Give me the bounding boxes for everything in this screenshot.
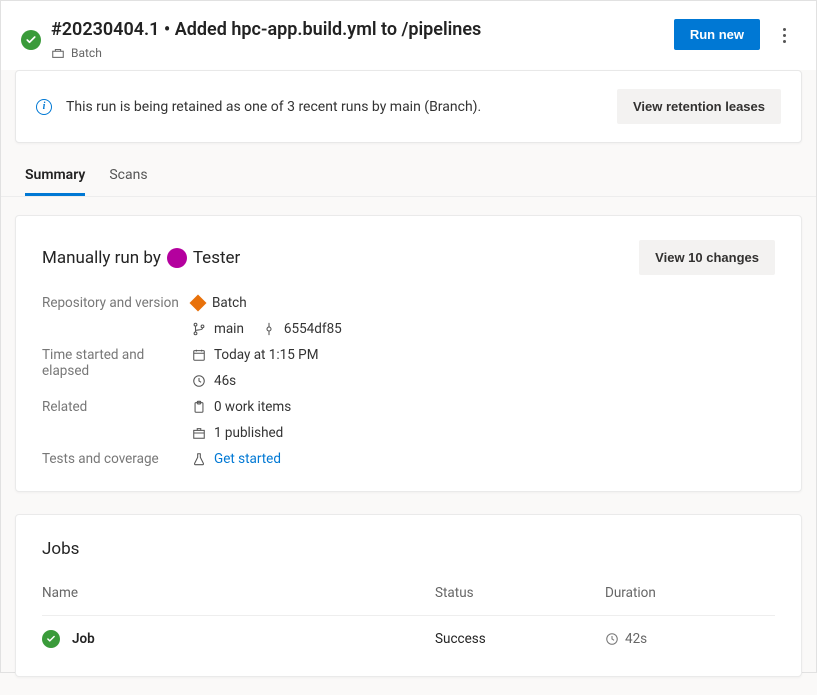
label-related: Related <box>42 399 182 441</box>
info-icon: i <box>36 99 52 115</box>
summary-card: Manually run by Tester View 10 changes R… <box>15 215 802 492</box>
avatar <box>167 248 187 268</box>
page-title: #20230404.1 • Added hpc-app.build.yml to… <box>51 19 481 40</box>
col-duration: Duration <box>605 585 775 601</box>
flask-icon <box>192 452 206 466</box>
clock-icon <box>605 632 619 646</box>
success-icon <box>42 630 60 648</box>
breadcrumb[interactable]: Batch <box>71 46 102 60</box>
run-new-button[interactable]: Run new <box>674 19 760 50</box>
repo-icon <box>190 295 207 312</box>
published[interactable]: 1 published <box>214 425 283 441</box>
view-retention-button[interactable]: View retention leases <box>617 89 781 124</box>
col-status: Status <box>435 585 605 601</box>
view-changes-button[interactable]: View 10 changes <box>639 240 775 275</box>
branch-name[interactable]: main <box>214 321 244 337</box>
tests-get-started[interactable]: Get started <box>214 451 281 467</box>
label-time: Time started and elapsed <box>42 347 182 389</box>
job-status: Success <box>435 631 605 647</box>
job-duration: 42s <box>625 631 647 647</box>
label-repo: Repository and version <box>42 295 182 337</box>
repo-name[interactable]: Batch <box>212 295 247 311</box>
success-icon <box>21 30 41 50</box>
banner-text: This run is being retained as one of 3 r… <box>66 99 603 115</box>
elapsed: 46s <box>214 373 236 389</box>
more-menu-button[interactable] <box>772 19 796 51</box>
work-items[interactable]: 0 work items <box>214 399 291 415</box>
branch-icon <box>192 322 206 336</box>
clock-icon <box>192 374 206 388</box>
run-by: Manually run by Tester <box>42 248 240 268</box>
run-by-user: Tester <box>193 248 240 268</box>
time-started: Today at 1:15 PM <box>214 347 319 363</box>
job-row[interactable]: Job Success 42s <box>42 615 775 652</box>
run-header: #20230404.1 • Added hpc-app.build.yml to… <box>1 1 816 70</box>
package-icon <box>192 426 206 440</box>
batch-icon <box>51 46 65 60</box>
job-name: Job <box>72 631 95 647</box>
tab-scans[interactable]: Scans <box>109 167 147 196</box>
commit-icon <box>262 322 276 336</box>
calendar-icon <box>192 348 206 362</box>
tab-summary[interactable]: Summary <box>25 167 85 196</box>
jobs-card: Jobs Name Status Duration Job Success 42… <box>15 514 802 677</box>
label-tests: Tests and coverage <box>42 451 182 467</box>
clipboard-icon <box>192 400 206 414</box>
col-name: Name <box>42 585 435 601</box>
commit-sha[interactable]: 6554df85 <box>284 321 342 337</box>
tab-bar: Summary Scans <box>1 143 816 197</box>
jobs-title: Jobs <box>42 539 775 559</box>
retention-banner: i This run is being retained as one of 3… <box>15 70 802 143</box>
